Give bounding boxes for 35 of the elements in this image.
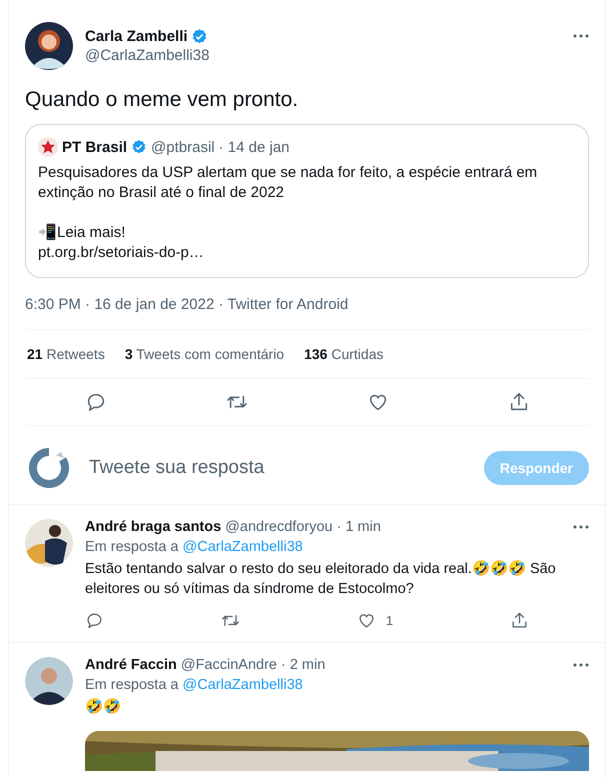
- like-count: 1: [386, 613, 394, 628]
- reply-author-name[interactable]: André Faccin: [85, 657, 177, 673]
- share-icon[interactable]: [510, 611, 529, 630]
- avatar-icon[interactable]: [25, 22, 73, 70]
- reply-icon[interactable]: [85, 611, 104, 630]
- reply-text: 🤣🤣: [85, 697, 122, 717]
- tweet-timestamp[interactable]: 6:30 PM · 16 de jan de 2022 · Twitter for Android: [25, 278, 589, 330]
- engagement-stat[interactable]: 136 Curtidas: [304, 346, 384, 362]
- more-icon[interactable]: [573, 525, 589, 529]
- reply-time[interactable]: · 2 min: [280, 657, 326, 673]
- more-icon[interactable]: [573, 663, 589, 667]
- engagement-stat[interactable]: 3 Tweets com comentário: [124, 346, 284, 362]
- quoted-author-handle: @ptbrasil: [151, 138, 215, 156]
- reply-author-name[interactable]: André braga santos: [85, 519, 222, 535]
- author-handle[interactable]: @CarlaZambelli38: [85, 47, 573, 64]
- engagement-stat[interactable]: 21 Retweets: [27, 346, 105, 362]
- reply-author-handle[interactable]: @FaccinAndre: [180, 657, 277, 673]
- avatar-icon[interactable]: [25, 519, 73, 567]
- quoted-tweet-text: Pesquisadores da USP alertam que se nada for feito, a espécie entrará em extinção no Brasil até o final de 2022: [38, 163, 538, 203]
- more-icon[interactable]: [573, 34, 589, 38]
- star-logo-icon: [38, 137, 58, 157]
- avatar-icon[interactable]: [25, 657, 73, 705]
- reply-context: Em resposta a: [85, 677, 178, 693]
- quoted-author-name: PT Brasil: [62, 138, 128, 156]
- quoted-date: · 14 de jan: [218, 138, 290, 156]
- author-name[interactable]: Carla Zambelli: [85, 28, 188, 45]
- quoted-tweet-card[interactable]: PT Brasil @ptbrasil · 14 de jan Pesquisadores da USP alertam que se nada for feito, a espécie entrará em extinção no Brasil até o final de 2022 📲Leia mais! pt.org.br/setoriais-do-p…: [25, 124, 589, 278]
- reply-author-handle[interactable]: @andrecdforyou: [225, 519, 333, 535]
- quoted-tweet-line: pt.org.br/setoriais-do-p…: [38, 243, 204, 263]
- reply-text: Estão tentando salvar o resto do seu eleitorado da vida real.🤣🤣🤣 São eleitores ou só vítimas da síndrome de Estocolmo?: [85, 559, 557, 599]
- reply-time[interactable]: · 1 min: [336, 519, 381, 535]
- quoted-tweet-line: 📲Leia mais!: [38, 223, 126, 243]
- tweet-text: Quando o meme vem pronto.: [25, 88, 300, 112]
- loading-ring-icon: [29, 448, 69, 488]
- reply-context: Em resposta a: [85, 539, 178, 555]
